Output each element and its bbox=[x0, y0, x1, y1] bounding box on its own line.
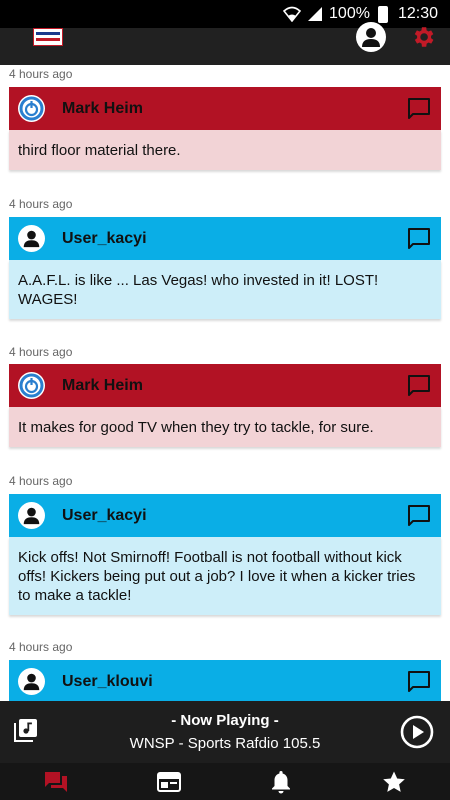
reply-icon[interactable] bbox=[407, 670, 431, 694]
reply-icon[interactable] bbox=[407, 374, 431, 398]
tab-news[interactable] bbox=[113, 763, 226, 800]
power-icon bbox=[19, 96, 44, 121]
tab-notifications[interactable] bbox=[225, 763, 338, 800]
chat-icon bbox=[45, 771, 68, 792]
status-bar: 100% 12:30 bbox=[0, 0, 450, 28]
gear-icon[interactable] bbox=[410, 24, 436, 50]
now-playing-bar[interactable]: - Now Playing - WNSP - Sports Rafdio 105… bbox=[0, 701, 450, 763]
reply-icon[interactable] bbox=[407, 504, 431, 528]
message-header: Mark Heim bbox=[9, 87, 441, 130]
battery-percent: 100% bbox=[329, 5, 370, 22]
message-timestamp: 4 hours ago bbox=[9, 640, 73, 654]
host-avatar bbox=[18, 372, 45, 399]
message-author: Mark Heim bbox=[62, 376, 143, 394]
message-header: User_klouvi bbox=[9, 660, 441, 701]
message-author: User_kacyi bbox=[62, 229, 147, 247]
station-logo[interactable] bbox=[33, 28, 63, 46]
profile-button[interactable] bbox=[356, 22, 386, 52]
battery-icon bbox=[377, 5, 388, 23]
user-avatar bbox=[18, 225, 45, 252]
reply-icon[interactable] bbox=[407, 97, 431, 121]
user-avatar bbox=[18, 668, 45, 695]
message-card[interactable]: Mark Heim third floor material there. bbox=[9, 87, 441, 170]
message-text: Kick offs! Not Smirnoff! Football is not… bbox=[9, 537, 441, 615]
message-timestamp: 4 hours ago bbox=[9, 474, 73, 488]
host-avatar bbox=[18, 95, 45, 122]
wifi-icon bbox=[283, 6, 302, 22]
play-button[interactable] bbox=[400, 715, 434, 749]
message-author: User_klouvi bbox=[62, 672, 153, 690]
person-icon bbox=[23, 673, 40, 691]
person-icon bbox=[362, 28, 380, 47]
bell-icon bbox=[272, 770, 291, 793]
chat-feed[interactable]: 4 hours ago Mark Heim third floor materi… bbox=[0, 65, 450, 701]
message-timestamp: 4 hours ago bbox=[9, 197, 73, 211]
message-timestamp: 4 hours ago bbox=[9, 345, 73, 359]
power-icon bbox=[19, 373, 44, 398]
app-bar bbox=[0, 22, 450, 65]
message-card[interactable]: User_kacyi Kick offs! Not Smirnoff! Foot… bbox=[9, 494, 441, 615]
message-author: Mark Heim bbox=[62, 99, 143, 117]
user-avatar bbox=[18, 502, 45, 529]
message-card[interactable]: User_kacyi A.A.F.L. is like ... Las Vega… bbox=[9, 217, 441, 319]
station-name: WNSP - Sports Rafdio 105.5 bbox=[129, 735, 321, 752]
person-icon bbox=[23, 230, 40, 248]
bottom-nav bbox=[0, 763, 450, 800]
tab-favorites[interactable] bbox=[338, 763, 450, 800]
message-card[interactable]: Mark Heim It makes for good TV when they… bbox=[9, 364, 441, 447]
message-author: User_kacyi bbox=[62, 506, 147, 524]
person-icon bbox=[23, 507, 40, 525]
news-icon bbox=[156, 771, 181, 792]
message-card[interactable]: User_klouvi bbox=[9, 660, 441, 701]
signal-icon bbox=[308, 7, 323, 21]
now-playing-label: - Now Playing - bbox=[171, 712, 279, 729]
message-header: User_kacyi bbox=[9, 494, 441, 537]
clock: 12:30 bbox=[397, 5, 438, 22]
message-text: third floor material there. bbox=[9, 130, 441, 170]
message-timestamp: 4 hours ago bbox=[9, 67, 73, 81]
reply-icon[interactable] bbox=[407, 227, 431, 251]
message-header: Mark Heim bbox=[9, 364, 441, 407]
message-header: User_kacyi bbox=[9, 217, 441, 260]
message-text: A.A.F.L. is like ... Las Vegas! who inve… bbox=[9, 260, 441, 319]
message-text: It makes for good TV when they try to ta… bbox=[9, 407, 441, 447]
star-icon bbox=[382, 771, 405, 792]
tab-chat[interactable] bbox=[0, 763, 113, 800]
